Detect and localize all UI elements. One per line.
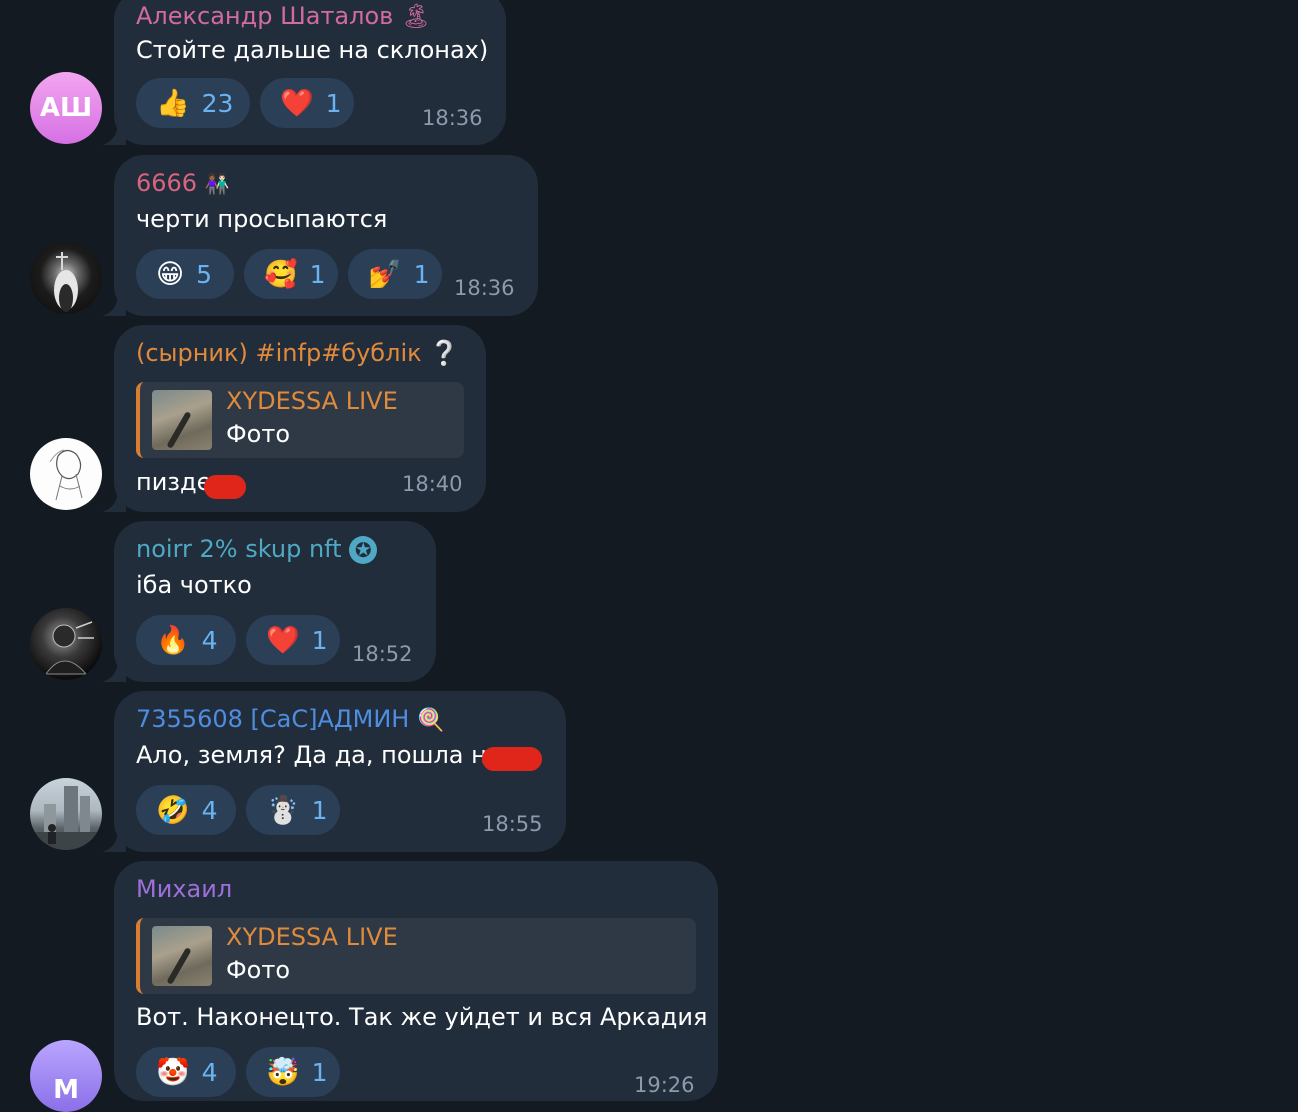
author-name[interactable]: Александр Шаталов 🏝 bbox=[136, 2, 431, 30]
photo-thumbnail bbox=[152, 390, 212, 450]
heart-icon: ❤️ bbox=[280, 87, 314, 119]
couple-emoji-icon: 👩🏾‍🤝‍👨🏻 bbox=[204, 172, 230, 196]
message-text: пизде bbox=[136, 468, 212, 496]
dark-figure-icon bbox=[54, 252, 78, 312]
exploding-head-icon: 🤯 bbox=[266, 1056, 300, 1088]
person-photo-icon bbox=[45, 621, 94, 675]
reply-preview[interactable]: XYDESSA LIVE Фото bbox=[136, 918, 696, 994]
message-text: Вот. Наконецто. Так же уйдет и вся Аркад… bbox=[136, 1003, 708, 1031]
reaction-snowman[interactable]: ☃️ 1 bbox=[246, 785, 340, 835]
reaction-clown[interactable]: 🤡 4 bbox=[136, 1047, 236, 1097]
snowman-icon: ☃️ bbox=[266, 794, 300, 826]
message-bubble[interactable]: Михаил XYDESSA LIVE Фото Вот. Наконецто.… bbox=[114, 861, 718, 1101]
reply-author: XYDESSA LIVE bbox=[226, 923, 398, 951]
author-name[interactable]: (сырник) #infp#бублік ❔ bbox=[136, 339, 459, 367]
avatar[interactable] bbox=[30, 438, 102, 510]
reaction-count: 1 bbox=[311, 625, 328, 655]
question-mark-emoji-icon: ❔ bbox=[429, 339, 460, 367]
reaction-count: 1 bbox=[309, 259, 326, 289]
message-text: Ало, земля? Да да, пошла на bbox=[136, 741, 502, 769]
reaction-rofl[interactable]: 🤣 4 bbox=[136, 785, 236, 835]
message-bubble[interactable]: 7355608 [CaC]АДМИН 🍭 Ало, земля? Да да, … bbox=[114, 691, 566, 852]
sketch-drawing-icon bbox=[49, 449, 83, 501]
heart-icon: ❤️ bbox=[266, 624, 300, 656]
redaction-mark bbox=[204, 475, 246, 499]
author-name[interactable]: 7355608 [CaC]АДМИН 🍭 bbox=[136, 705, 444, 733]
avatar-initials: АШ bbox=[39, 93, 93, 123]
avatar[interactable] bbox=[30, 778, 102, 850]
author-name[interactable]: Михаил bbox=[136, 875, 232, 903]
clown-face-icon: 🤡 bbox=[156, 1056, 190, 1088]
reply-preview[interactable]: XYDESSA LIVE Фото bbox=[136, 382, 464, 458]
reaction-count: 1 bbox=[413, 259, 430, 289]
smiling-face-hearts-icon: 🥰 bbox=[264, 258, 298, 290]
author-name[interactable]: 6666 👩🏾‍🤝‍👨🏻 bbox=[136, 169, 230, 197]
reaction-grin[interactable]: 😁 5 bbox=[136, 249, 234, 299]
reply-text: Фото bbox=[226, 420, 291, 448]
lollipop-emoji-icon: 🍭 bbox=[416, 708, 445, 733]
message-bubble[interactable]: Александр Шаталов 🏝 Стойте дальше на скл… bbox=[114, 0, 506, 145]
photo-thumbnail bbox=[152, 926, 212, 986]
message-time: 18:55 bbox=[482, 812, 543, 836]
reaction-heart[interactable]: ❤️ 1 bbox=[260, 78, 354, 128]
reaction-count: 4 bbox=[201, 625, 218, 655]
message-time: 18:40 bbox=[402, 472, 463, 496]
reaction-count: 4 bbox=[201, 1057, 218, 1087]
rolling-laughing-icon: 🤣 bbox=[156, 794, 190, 826]
reaction-count: 23 bbox=[201, 88, 234, 118]
message-text: іба чотко bbox=[136, 571, 252, 599]
message-time: 18:36 bbox=[422, 106, 483, 130]
message-bubble[interactable]: (сырник) #infp#бублік ❔ XYDESSA LIVE Фот… bbox=[114, 325, 486, 512]
redaction-mark bbox=[482, 747, 542, 771]
palm-island-emoji-icon: 🏝 bbox=[400, 2, 432, 30]
reply-text: Фото bbox=[226, 956, 291, 984]
reaction-count: 4 bbox=[201, 795, 218, 825]
reaction-count: 1 bbox=[325, 88, 342, 118]
verified-badge-icon: ✪ bbox=[349, 536, 378, 564]
avatar[interactable]: АШ bbox=[30, 72, 102, 144]
message-text: черти просыпаются bbox=[136, 205, 388, 233]
fire-icon: 🔥 bbox=[156, 624, 190, 656]
avatar[interactable] bbox=[30, 608, 102, 680]
reaction-thumbs-up[interactable]: 👍 23 bbox=[136, 78, 250, 128]
message-bubble[interactable]: 6666 👩🏾‍🤝‍👨🏻 черти просыпаются 😁 5 🥰 1 💅… bbox=[114, 155, 538, 316]
message-time: 18:36 bbox=[454, 276, 515, 300]
city-photo-icon bbox=[30, 786, 102, 850]
reaction-smiling-hearts[interactable]: 🥰 1 bbox=[244, 249, 338, 299]
avatar[interactable]: М bbox=[30, 1040, 102, 1112]
thumbs-up-icon: 👍 bbox=[156, 87, 190, 119]
author-name[interactable]: noirr 2% skup nft ✪ bbox=[136, 535, 378, 564]
avatar-initials: М bbox=[53, 1075, 79, 1105]
grinning-face-icon: 😁 bbox=[156, 258, 185, 290]
message-bubble[interactable]: noirr 2% skup nft ✪ іба чотко 🔥 4 ❤️ 1 1… bbox=[114, 521, 436, 682]
message-time: 18:52 bbox=[352, 642, 413, 666]
message-text: Стойте дальше на склонах) bbox=[136, 36, 489, 64]
message-time: 19:26 bbox=[634, 1073, 695, 1097]
reaction-heart[interactable]: ❤️ 1 bbox=[246, 615, 340, 665]
reaction-exploding-head[interactable]: 🤯 1 bbox=[246, 1047, 340, 1097]
reaction-nail-polish[interactable]: 💅 1 bbox=[348, 249, 442, 299]
nail-polish-icon: 💅 bbox=[368, 258, 402, 290]
reaction-count: 1 bbox=[311, 795, 328, 825]
reaction-count: 5 bbox=[196, 259, 213, 289]
reaction-count: 1 bbox=[311, 1057, 328, 1087]
reply-author: XYDESSA LIVE bbox=[226, 387, 398, 415]
avatar[interactable] bbox=[30, 242, 102, 314]
reaction-fire[interactable]: 🔥 4 bbox=[136, 615, 236, 665]
